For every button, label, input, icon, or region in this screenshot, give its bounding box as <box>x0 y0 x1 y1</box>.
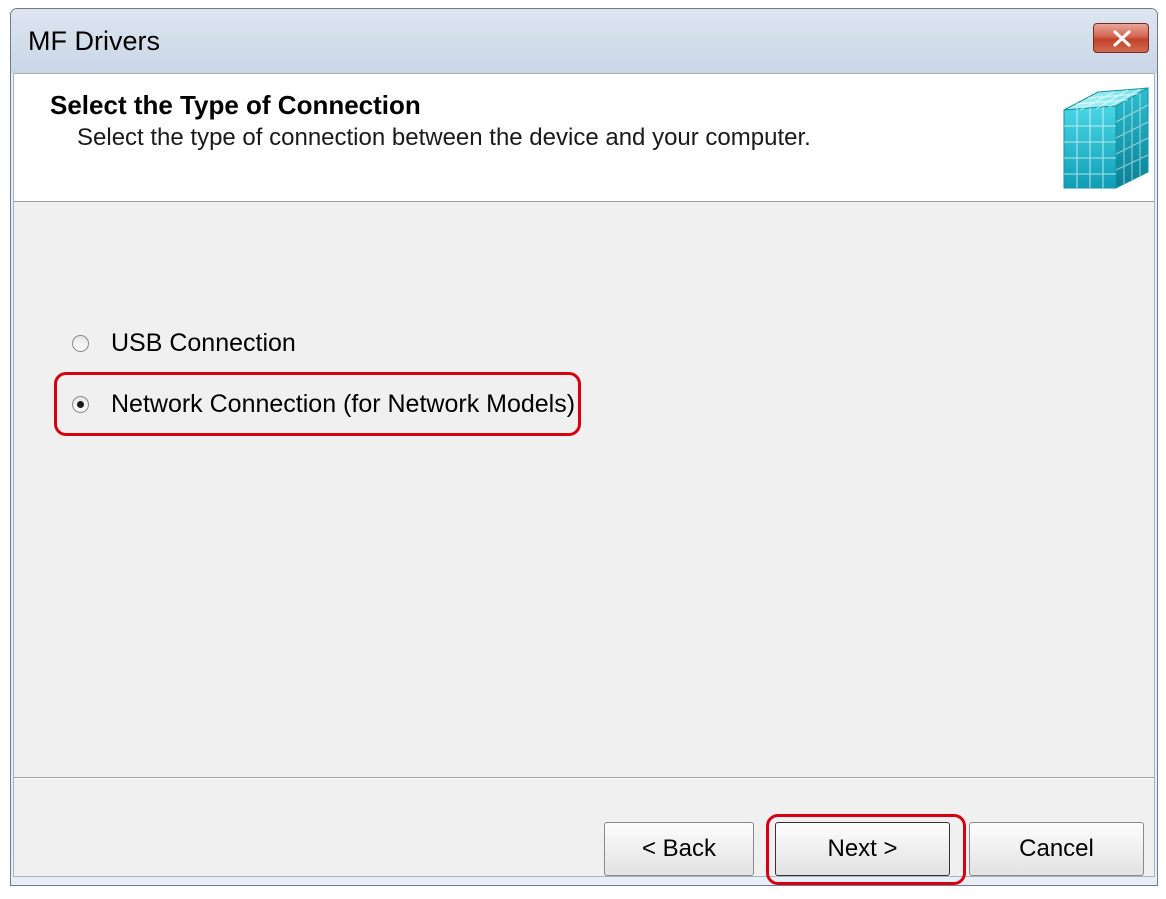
usb-connection-label: USB Connection <box>111 329 296 357</box>
dialog-body: Select the Type of Connection Select the… <box>13 73 1155 885</box>
network-connection-label: Network Connection (for Network Models) <box>111 390 576 418</box>
usb-radio[interactable] <box>72 335 89 352</box>
cube-logo-icon <box>1063 87 1149 189</box>
next-button[interactable]: Next > <box>775 822 950 876</box>
window-title: MF Drivers <box>28 26 160 56</box>
usb-connection-option[interactable]: USB Connection <box>72 329 296 358</box>
footer-divider <box>14 777 1154 779</box>
back-button[interactable]: < Back <box>604 822 754 876</box>
wizard-header: Select the Type of Connection Select the… <box>14 74 1154 202</box>
installer-window: MF Drivers Select the Type of Connection… <box>10 8 1158 886</box>
close-icon <box>1113 30 1131 47</box>
page-subtitle: Select the type of connection between th… <box>77 124 811 151</box>
close-button[interactable] <box>1093 23 1149 53</box>
cancel-button[interactable]: Cancel <box>969 822 1144 876</box>
network-connection-option[interactable]: Network Connection (for Network Models) <box>72 390 575 419</box>
network-radio[interactable] <box>72 396 89 413</box>
page-title: Select the Type of Connection <box>50 90 421 120</box>
title-bar[interactable]: MF Drivers <box>11 9 1157 73</box>
